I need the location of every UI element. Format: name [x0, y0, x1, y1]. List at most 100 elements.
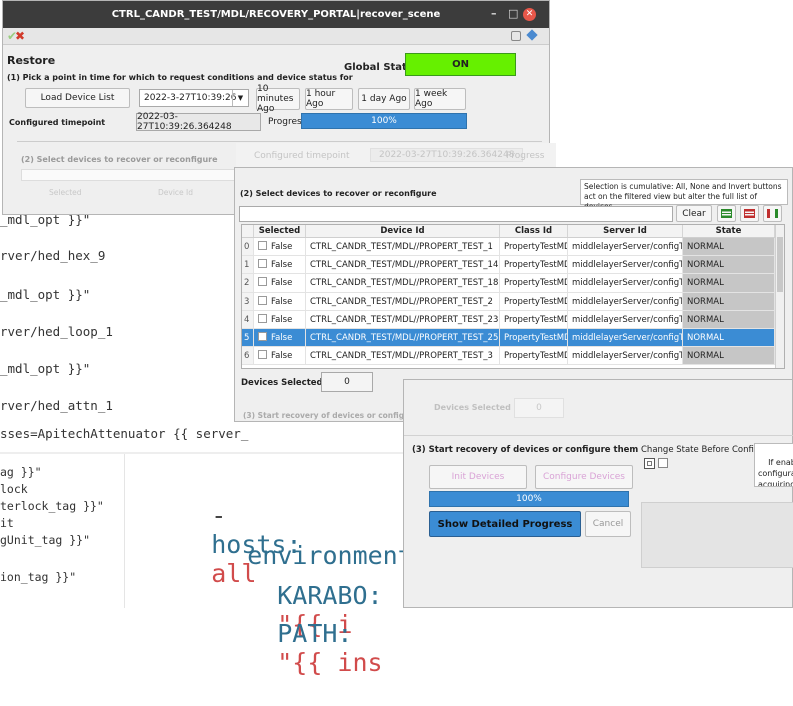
table-body: 0 False CTRL_CANDR_TEST/MDL//PROPERT_TEST_… [242, 238, 784, 366]
row-class-id: PropertyTestMDL [500, 274, 568, 292]
code-line: rver/hed_hex_9 [0, 248, 106, 263]
device-icon[interactable] [511, 31, 521, 41]
close-button[interactable]: ✕ [523, 8, 536, 21]
row-index: 2 [242, 274, 254, 292]
configure-devices-button[interactable]: Configure Devices [535, 465, 633, 489]
table-row[interactable]: 4 False CTRL_CANDR_TEST/MDL//PROPERT_TEST_… [242, 310, 784, 329]
code-line: rver/hed_loop_1 [0, 324, 113, 339]
restore-instruction: (1) Pick a point in time for which to re… [7, 73, 353, 82]
timepoint-field[interactable]: 2022-3-27T10:39:26 ▼ [139, 89, 249, 107]
cancel-button[interactable]: Cancel [585, 511, 631, 537]
row-server-id: middlelayerServer/configTest8 [568, 274, 683, 292]
show-detailed-progress-button[interactable]: Show Detailed Progress [429, 511, 581, 537]
row-selected-cell[interactable]: False [254, 238, 306, 256]
row-checkbox[interactable] [258, 313, 267, 323]
select-all-button[interactable] [717, 205, 736, 222]
table-row[interactable]: 3 False CTRL_CANDR_TEST/MDL//PROPERT_TEST_… [242, 292, 784, 311]
invert-selection-button[interactable] [763, 205, 782, 222]
filter-input[interactable] [239, 206, 673, 222]
row-device-id: CTRL_CANDR_TEST/MDL//PROPERT_TEST_25 [306, 328, 500, 347]
code-editor-right-pane: - hosts: all environment: KARABO: "{{ i … [125, 454, 428, 677]
recovery-progress-bar: 100% [430, 492, 628, 506]
load-device-list-button[interactable]: Load Device List [25, 88, 130, 108]
row-selected-cell[interactable]: False [254, 347, 306, 365]
selection-note: Selection is cumulative: All, None and I… [580, 179, 788, 211]
row-selected-text: False [271, 351, 293, 362]
row-device-id: CTRL_CANDR_TEST/MDL//PROPERT_TEST_23 [306, 310, 500, 328]
scene-toolbar: ✔ ✖ [3, 28, 549, 45]
row-checkbox[interactable] [258, 331, 267, 341]
row-class-id: PropertyTestMDL [500, 292, 568, 310]
change-state-label: Change State Before Config [641, 445, 760, 455]
table-row[interactable]: 2 False CTRL_CANDR_TEST/MDL//PROPERT_TEST_… [242, 274, 784, 293]
yaml-value-path: "{{ ins [277, 648, 383, 677]
code-line: _mdl_opt }}" [0, 361, 91, 376]
global-state-label: Global State [344, 62, 414, 73]
header-device-id[interactable]: Device Id [306, 225, 500, 237]
row-state: NORMAL [683, 328, 775, 347]
row-selected-cell[interactable]: False [254, 328, 306, 347]
init-devices-button[interactable]: Init Devices [429, 465, 527, 489]
faded-devices-selected-label: Devices Selected [434, 403, 511, 412]
row-selected-text: False [271, 278, 293, 289]
select-none-button[interactable] [740, 205, 759, 222]
scrollbar-thumb[interactable] [777, 237, 783, 292]
faded-configured-label: Configured timepoint [254, 151, 350, 161]
clear-button[interactable]: Clear [676, 205, 712, 222]
chevron-down-icon[interactable]: ▼ [232, 90, 248, 106]
header-state[interactable]: State [683, 225, 775, 237]
row-checkbox[interactable] [258, 241, 267, 250]
devices-selected-value: 0 [321, 372, 373, 392]
row-state: NORMAL [683, 238, 775, 256]
table-scrollbar[interactable] [775, 225, 784, 368]
select-none-icon [744, 209, 755, 218]
diamond-icon[interactable] [526, 29, 538, 41]
header-server-id[interactable]: Server Id [568, 225, 683, 237]
header-class-id[interactable]: Class Id [500, 225, 568, 237]
code-line: ag }}" [0, 465, 42, 479]
table-row[interactable]: 5 False CTRL_CANDR_TEST/MDL//PROPERT_TEST_… [242, 328, 784, 348]
table-row[interactable]: 6 False CTRL_CANDR_TEST/MDL//PROPERT_TEST_… [242, 347, 784, 366]
code-line: _mdl_opt }}" [0, 287, 91, 302]
table-row[interactable]: 1 False CTRL_CANDR_TEST/MDL//PROPERT_TEST_… [242, 256, 784, 275]
one-week-ago-button[interactable]: 1 week Ago [414, 88, 466, 110]
row-class-id: PropertyTestMDL [500, 310, 568, 328]
cancel-icon[interactable]: ✖ [15, 29, 25, 43]
row-index: 5 [242, 328, 254, 347]
row-class-id: PropertyTestMDL [500, 256, 568, 274]
change-state-checkbox[interactable] [644, 458, 655, 469]
row-checkbox[interactable] [258, 350, 267, 360]
row-index: 4 [242, 310, 254, 328]
row-checkbox[interactable] [258, 295, 267, 305]
row-index: 1 [242, 256, 254, 274]
row-server-id: middlelayerServer/configTest2 [568, 292, 683, 310]
row-class-id: PropertyTestMDL [500, 238, 568, 256]
row-device-id: CTRL_CANDR_TEST/MDL//PROPERT_TEST_14 [306, 256, 500, 274]
header-selected[interactable]: Selected [254, 225, 306, 237]
code-line: lock [0, 482, 28, 496]
row-checkbox[interactable] [258, 259, 267, 269]
row-selected-cell[interactable]: False [254, 292, 306, 310]
maximize-button[interactable]: □ [508, 7, 518, 20]
change-state-checkbox-secondary[interactable] [658, 458, 668, 468]
row-class-id: PropertyTestMDL [500, 347, 568, 365]
one-day-ago-button[interactable]: 1 day Ago [358, 88, 410, 110]
row-selected-cell[interactable]: False [254, 274, 306, 292]
table-header: Selected Device Id Class Id Server Id St… [242, 225, 784, 238]
row-selected-cell[interactable]: False [254, 310, 306, 328]
devices-selected-label: Devices Selected [241, 378, 323, 388]
restore-title: Restore [7, 54, 56, 67]
minimize-button[interactable]: – [491, 7, 497, 20]
table-row[interactable]: 0 False CTRL_CANDR_TEST/MDL//PROPERT_TEST_… [242, 238, 784, 257]
one-hour-ago-button[interactable]: 1 hour Ago [305, 88, 353, 110]
row-selected-cell[interactable]: False [254, 256, 306, 274]
row-selected-text: False [271, 332, 293, 343]
column-selected-background: Selected [49, 188, 82, 197]
code-line: it [0, 516, 14, 530]
progress-bar: 100% [302, 114, 466, 128]
row-checkbox[interactable] [258, 277, 267, 287]
invert-selection-icon [767, 209, 778, 218]
ten-minutes-ago-button[interactable]: 10 minutes Ago [256, 84, 300, 114]
detailed-progress-panel [641, 502, 793, 568]
code-line: sses=ApitechAttenuator {{ server_ [0, 426, 249, 441]
